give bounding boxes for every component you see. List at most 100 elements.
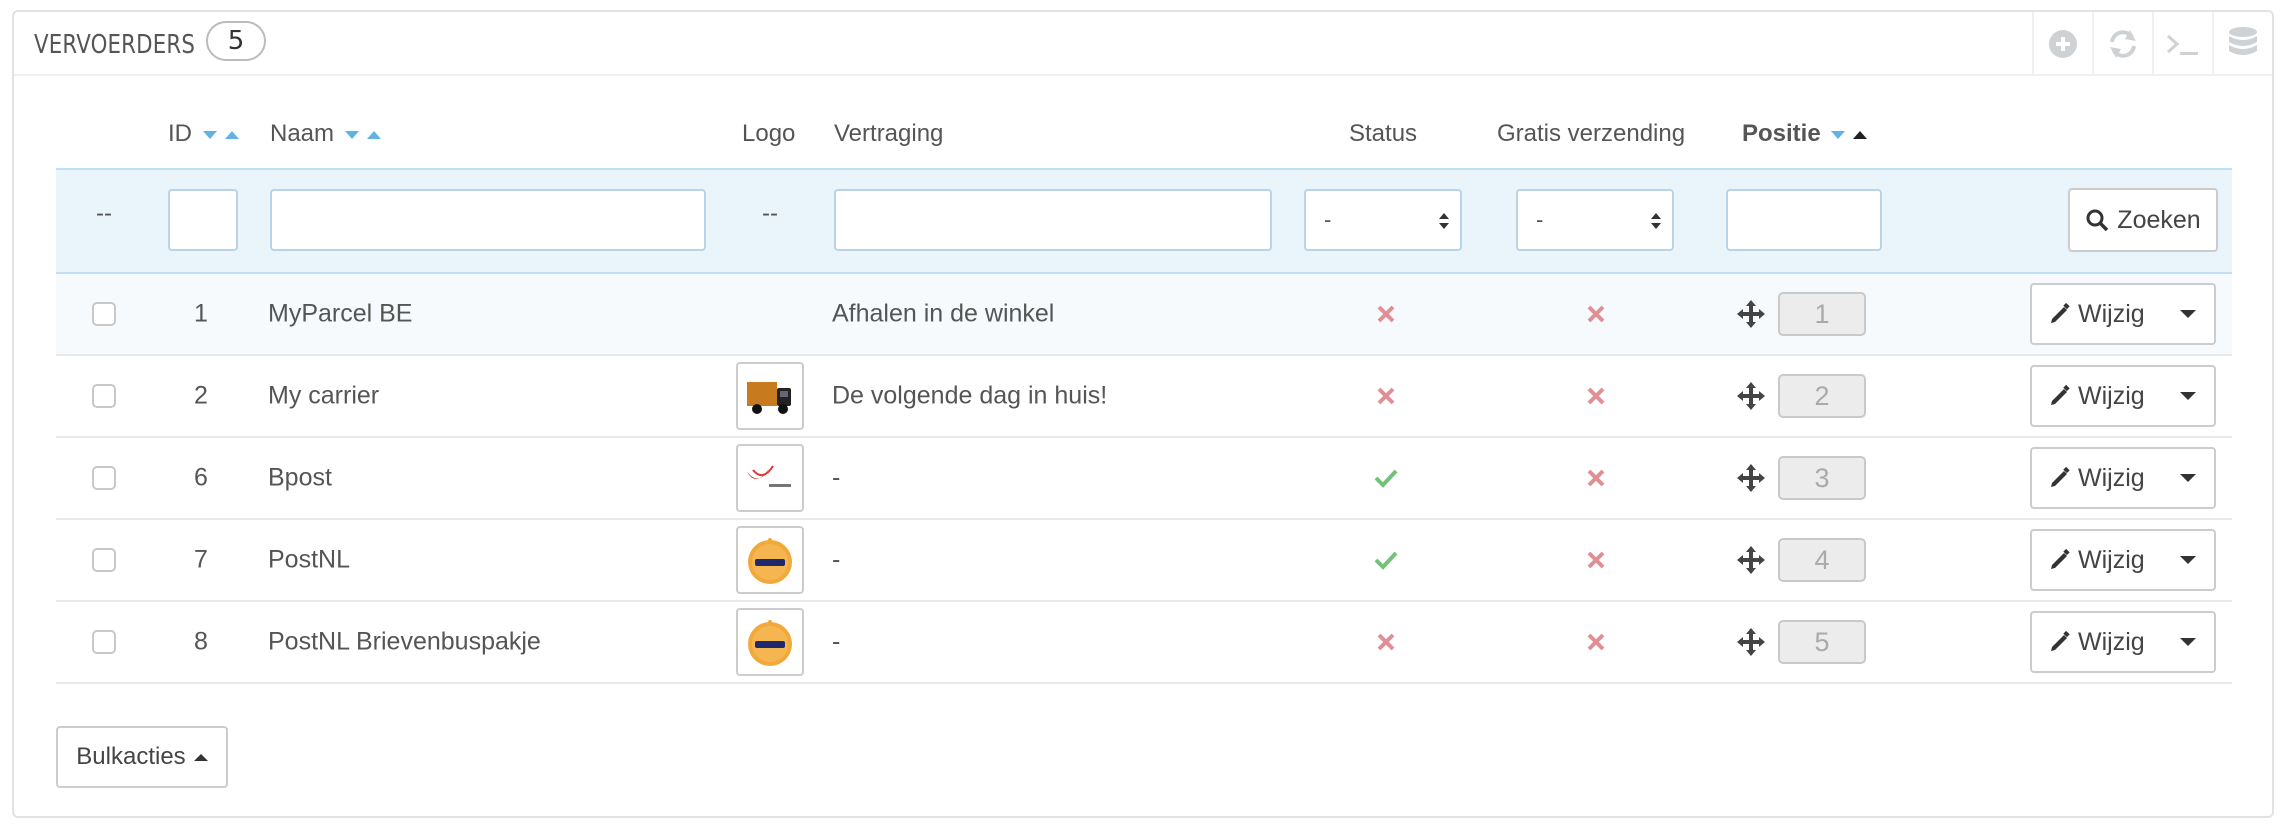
disabled-icon[interactable] — [1586, 632, 1606, 652]
caret-down-icon — [2180, 638, 2196, 646]
row-name: PostNL Brievenbuspakje — [268, 627, 541, 656]
table-row[interactable]: 7 PostNL - 4 Wijzig — [56, 520, 2232, 602]
row-checkbox[interactable] — [92, 302, 116, 326]
refresh-button[interactable] — [2092, 12, 2152, 76]
row-actions-dropdown[interactable] — [2162, 449, 2214, 507]
add-icon — [2049, 30, 2077, 58]
enabled-check-icon[interactable] — [1374, 468, 1398, 488]
select-filter-placeholder: -- — [96, 200, 112, 227]
edit-button[interactable]: Wijzig — [2032, 449, 2162, 507]
row-delay: Afhalen in de winkel — [832, 299, 1055, 328]
disabled-icon[interactable] — [1586, 468, 1606, 488]
row-actions-dropdown[interactable] — [2162, 613, 2214, 671]
row-actions-dropdown[interactable] — [2162, 367, 2214, 425]
header-id[interactable]: ID — [168, 120, 241, 148]
edit-button-group: Wijzig — [2030, 447, 2216, 509]
search-button[interactable]: Zoeken — [2068, 188, 2218, 252]
drag-handle-icon[interactable] — [1736, 463, 1766, 493]
edit-button-label: Wijzig — [2078, 299, 2145, 328]
export-database-button[interactable] — [2212, 12, 2272, 76]
position-value: 4 — [1778, 538, 1866, 582]
row-name: My carrier — [268, 381, 380, 410]
sort-arrows-icon[interactable] — [1831, 128, 1869, 142]
row-checkbox[interactable] — [92, 630, 116, 654]
carrier-logo — [736, 608, 804, 676]
bpost-logo-icon — [747, 465, 795, 490]
row-id: 8 — [194, 627, 208, 656]
drag-handle-icon[interactable] — [1736, 545, 1766, 575]
sort-arrows-icon[interactable] — [202, 128, 241, 142]
position-value: 3 — [1778, 456, 1866, 500]
edit-button[interactable]: Wijzig — [2032, 613, 2162, 671]
disabled-icon[interactable] — [1376, 304, 1396, 324]
drag-handle-icon[interactable] — [1736, 381, 1766, 411]
panel-title: VERVOERDERS — [34, 30, 196, 60]
disabled-icon[interactable] — [1586, 386, 1606, 406]
edit-button-label: Wijzig — [2078, 381, 2145, 410]
pencil-icon — [2051, 302, 2070, 323]
row-id: 6 — [194, 463, 208, 492]
filter-id-input[interactable] — [168, 189, 238, 251]
filter-name-input[interactable] — [270, 189, 706, 251]
search-button-label: Zoeken — [2117, 205, 2201, 234]
edit-button[interactable]: Wijzig — [2032, 285, 2162, 343]
header-name-label: Naam — [270, 120, 335, 147]
carrier-logo — [736, 362, 804, 430]
sql-query-button[interactable] — [2152, 12, 2212, 76]
edit-button[interactable]: Wijzig — [2032, 531, 2162, 589]
row-checkbox[interactable] — [92, 466, 116, 490]
pencil-icon — [2051, 630, 2070, 651]
row-name: MyParcel BE — [268, 299, 413, 328]
header-position[interactable]: Positie — [1742, 120, 1869, 148]
header-name[interactable]: Naam — [270, 120, 383, 148]
pencil-icon — [2051, 466, 2070, 487]
filter-free-shipping-value: - — [1536, 207, 1544, 232]
position-value: 1 — [1778, 292, 1866, 336]
disabled-icon[interactable] — [1586, 550, 1606, 570]
drag-handle-icon[interactable] — [1736, 627, 1766, 657]
terminal-icon — [2167, 34, 2198, 55]
row-id: 1 — [194, 299, 208, 328]
sort-arrows-icon[interactable] — [344, 128, 383, 142]
row-delay: - — [832, 463, 841, 492]
table-row[interactable]: 1 MyParcel BE Afhalen in de winkel 1 Wij… — [56, 274, 2232, 356]
drag-handle-icon[interactable] — [1736, 299, 1766, 329]
edit-button-label: Wijzig — [2078, 463, 2145, 492]
database-icon — [2229, 27, 2257, 55]
row-id: 7 — [194, 545, 208, 574]
edit-button-group: Wijzig — [2030, 365, 2216, 427]
table-row[interactable]: 6 Bpost - 3 Wijzig — [56, 438, 2232, 520]
table-row[interactable]: 2 My carrier De volgende dag in huis! 2 … — [56, 356, 2232, 438]
edit-button-group: Wijzig — [2030, 529, 2216, 591]
header-delay: Vertraging — [834, 120, 944, 147]
header-status: Status — [1349, 120, 1418, 147]
bulk-actions-button[interactable]: Bulkacties — [56, 726, 228, 788]
disabled-icon[interactable] — [1586, 304, 1606, 324]
enabled-check-icon[interactable] — [1374, 550, 1398, 570]
header-logo: Logo — [742, 120, 796, 147]
row-actions-dropdown[interactable] — [2162, 531, 2214, 589]
select-arrows-icon — [1651, 213, 1661, 229]
count-badge: 5 — [206, 21, 266, 61]
pencil-icon — [2051, 384, 2070, 405]
row-actions-dropdown[interactable] — [2162, 285, 2214, 343]
table-row[interactable]: 8 PostNL Brievenbuspakje - 5 Wijzig — [56, 602, 2232, 684]
edit-button[interactable]: Wijzig — [2032, 367, 2162, 425]
truck-icon — [747, 382, 791, 414]
filter-status-select[interactable]: - — [1304, 189, 1462, 251]
refresh-icon — [2110, 30, 2136, 58]
header-id-label: ID — [168, 120, 192, 147]
add-new-button[interactable] — [2032, 12, 2092, 76]
row-checkbox[interactable] — [92, 384, 116, 408]
header-free-shipping: Gratis verzending — [1497, 120, 1686, 147]
pencil-icon — [2051, 548, 2070, 569]
filter-position-input[interactable] — [1726, 189, 1882, 251]
disabled-icon[interactable] — [1376, 386, 1396, 406]
filter-free-shipping-select[interactable]: - — [1516, 189, 1674, 251]
filter-delay-input[interactable] — [834, 189, 1272, 251]
filter-row: -- -- - - Zoeken — [56, 168, 2232, 274]
disabled-icon[interactable] — [1376, 632, 1396, 652]
caret-down-icon — [2180, 310, 2196, 318]
row-delay: - — [832, 545, 841, 574]
row-checkbox[interactable] — [92, 548, 116, 572]
